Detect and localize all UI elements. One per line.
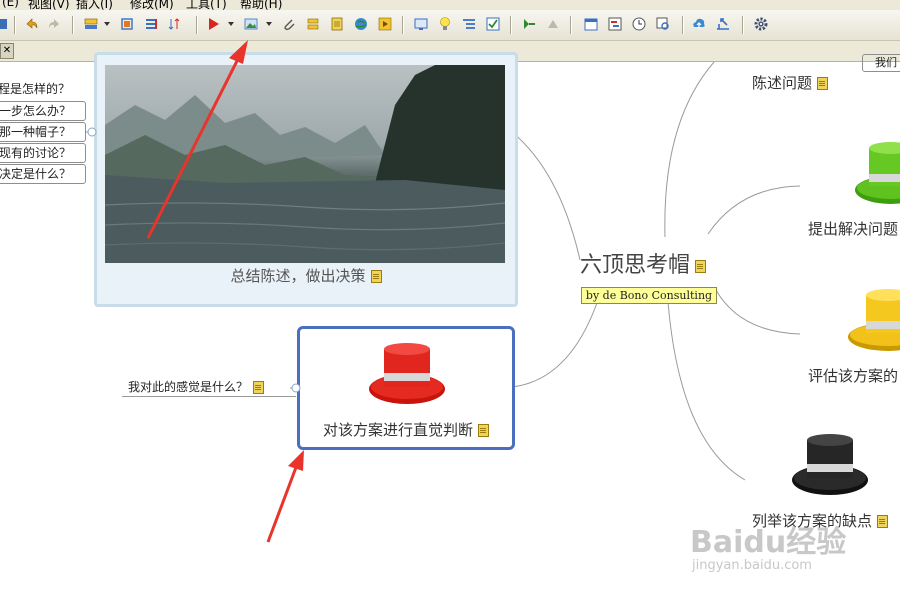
annotation-arrows — [146, 40, 304, 543]
arrow-icon — [266, 450, 304, 543]
arrow-icon — [146, 40, 248, 239]
